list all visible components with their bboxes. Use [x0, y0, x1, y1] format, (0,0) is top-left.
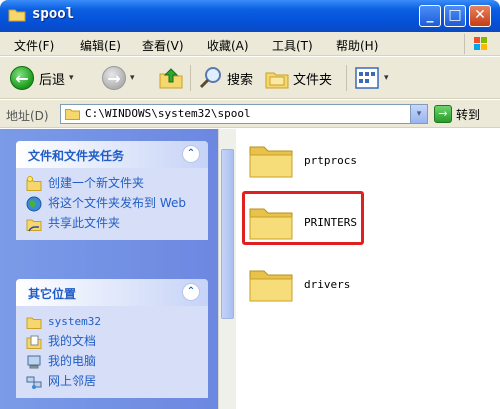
back-arrow-icon: ←	[10, 66, 34, 90]
go-button[interactable]: → 转到	[434, 105, 480, 123]
folder-icon	[249, 270, 293, 302]
address-path: C:\WINDOWS\system32\spool	[85, 107, 251, 120]
folder-label: drivers	[304, 277, 351, 291]
network-icon	[26, 376, 42, 389]
my-documents-icon	[26, 335, 42, 349]
task-label: 创建一个新文件夹	[48, 176, 145, 190]
close-button[interactable]: ✕	[469, 5, 491, 27]
up-folder-icon	[159, 68, 183, 89]
minimize-button[interactable]: _	[419, 5, 441, 27]
collapse-icon[interactable]: ⌃	[182, 283, 200, 301]
folder-icon	[8, 9, 26, 22]
file-tasks-title: 文件和文件夹任务	[28, 149, 125, 163]
globe-icon	[26, 196, 42, 212]
menu-bar: 文件(F) 编辑(E) 查看(V) 收藏(A) 工具(T) 帮助(H)	[0, 32, 500, 56]
address-bar: 地址(D) C:\WINDOWS\system32\spool ▾ → 转到	[0, 100, 500, 128]
file-tasks-panel: 文件和文件夹任务 ⌃ 创建一个新文件夹 将这个文件夹发布到 Web 共享此文件夹	[16, 141, 208, 240]
search-icon	[199, 67, 221, 89]
back-button[interactable]: ← 后退 ▾	[10, 63, 74, 93]
toolbar: ← 后退 ▾ → ▾ 搜索 文件夹 ▾	[0, 57, 500, 99]
address-label: 地址(D)	[6, 109, 49, 123]
menu-tools[interactable]: 工具(T)	[272, 37, 313, 54]
place-my-documents[interactable]: 我的文档	[16, 332, 208, 352]
forward-button[interactable]: → ▾	[102, 63, 135, 93]
new-folder-icon	[26, 176, 42, 191]
place-label: 我的电脑	[48, 354, 97, 368]
folder-view: prtprocs PRINTERS drivers	[236, 129, 500, 409]
go-arrow-icon: →	[434, 105, 452, 123]
menu-help[interactable]: 帮助(H)	[336, 37, 378, 54]
other-places-header[interactable]: 其它位置 ⌃	[16, 279, 208, 306]
folder-icon	[65, 109, 80, 120]
collapse-icon[interactable]: ⌃	[182, 145, 200, 163]
address-dropdown-icon[interactable]: ▾	[410, 105, 427, 123]
windows-flag-icon	[474, 37, 487, 50]
task-pane: 文件和文件夹任务 ⌃ 创建一个新文件夹 将这个文件夹发布到 Web 共享此文件夹…	[0, 129, 236, 409]
corner-patch	[378, 391, 500, 409]
toolbar-separator	[346, 65, 347, 91]
folder-item-prtprocs[interactable]: prtprocs	[248, 141, 357, 179]
task-publish-web[interactable]: 将这个文件夹发布到 Web	[16, 194, 208, 214]
toolbar-separator	[190, 65, 191, 91]
search-label: 搜索	[227, 72, 254, 88]
place-network[interactable]: 网上邻居	[16, 372, 208, 392]
back-dropdown-icon[interactable]: ▾	[69, 73, 74, 83]
views-icon	[355, 67, 379, 89]
highlight-box	[242, 191, 364, 245]
computer-icon	[27, 355, 41, 369]
folder-item-drivers[interactable]: drivers	[248, 265, 350, 303]
views-button[interactable]: ▾	[354, 63, 389, 93]
forward-arrow-icon: →	[102, 66, 126, 90]
title-bar[interactable]: spool _ □ ✕	[0, 0, 500, 32]
place-label: system32	[48, 315, 101, 328]
menu-file[interactable]: 文件(F)	[14, 37, 54, 54]
menu-view[interactable]: 查看(V)	[142, 37, 184, 54]
window-title: spool	[32, 6, 75, 22]
share-folder-icon	[26, 219, 42, 232]
menu-favorites[interactable]: 收藏(A)	[207, 37, 249, 54]
maximize-button[interactable]: □	[444, 5, 466, 27]
folder-label: prtprocs	[304, 153, 357, 167]
task-share-folder[interactable]: 共享此文件夹	[16, 214, 208, 234]
scroll-thumb[interactable]	[221, 149, 234, 319]
folders-label: 文件夹	[293, 72, 333, 88]
go-label: 转到	[456, 107, 481, 122]
other-places-panel: 其它位置 ⌃ system32 我的文档 我的电脑 网上邻居	[16, 279, 208, 398]
forward-dropdown-icon[interactable]: ▾	[130, 73, 135, 83]
place-label: 我的文档	[48, 334, 97, 348]
search-button[interactable]: 搜索	[198, 63, 253, 93]
task-pane-scrollbar[interactable]	[218, 129, 236, 409]
address-input[interactable]: C:\WINDOWS\system32\spool ▾	[60, 104, 428, 124]
windows-logo	[464, 34, 494, 54]
folders-button[interactable]: 文件夹	[264, 63, 332, 93]
file-tasks-header[interactable]: 文件和文件夹任务 ⌃	[16, 141, 208, 168]
task-label: 将这个文件夹发布到 Web	[48, 196, 186, 210]
task-label: 共享此文件夹	[48, 216, 121, 230]
menu-edit[interactable]: 编辑(E)	[80, 37, 121, 54]
up-folder-button[interactable]	[158, 63, 184, 93]
place-my-computer[interactable]: 我的电脑	[16, 352, 208, 372]
place-label: 网上邻居	[48, 374, 97, 388]
views-dropdown-icon[interactable]: ▾	[384, 73, 389, 83]
task-new-folder[interactable]: 创建一个新文件夹	[16, 174, 208, 194]
folders-icon	[265, 72, 289, 89]
place-system32[interactable]: system32	[16, 312, 208, 332]
folder-icon	[26, 317, 42, 329]
back-label: 后退	[39, 72, 66, 88]
folder-icon	[249, 146, 293, 178]
other-places-title: 其它位置	[28, 287, 77, 301]
